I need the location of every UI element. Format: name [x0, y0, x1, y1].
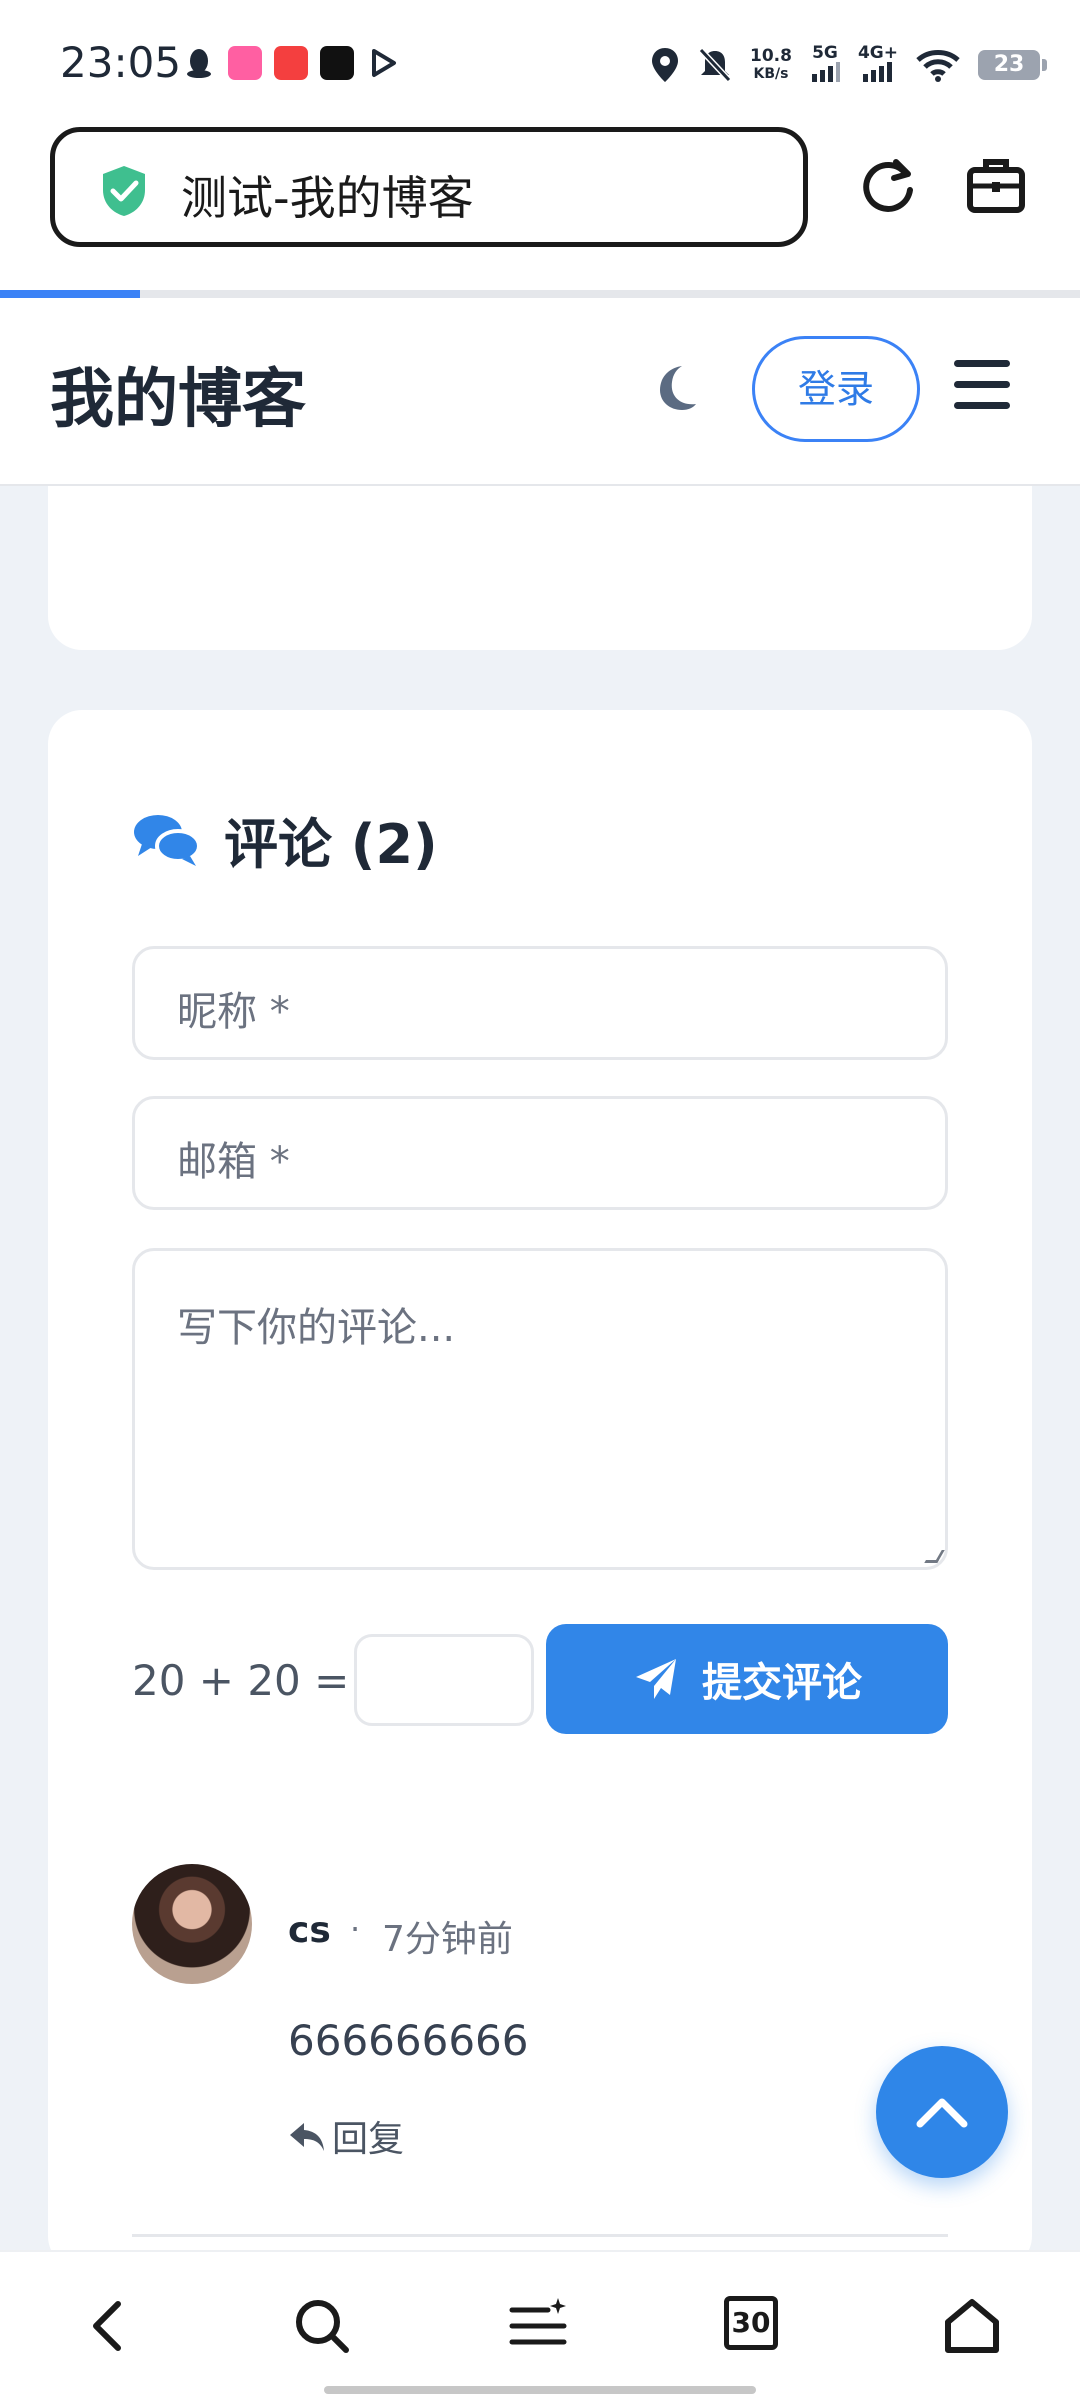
status-time: 23:05 — [60, 38, 182, 87]
shield-check-icon — [103, 166, 145, 216]
site-header: 我的博客 登录 — [0, 298, 1080, 486]
page-title: 测试-我的博客 — [181, 171, 474, 225]
tabs-button[interactable]: 30 — [724, 2296, 784, 2356]
submit-comment-button[interactable]: 提交评论 — [546, 1624, 948, 1734]
nickname-field[interactable]: 昵称 * — [132, 946, 948, 1060]
submit-comment-label: 提交评论 — [702, 1660, 862, 1706]
comment-content: 666666666 — [288, 2016, 529, 2065]
signal-bars-icon — [862, 62, 892, 82]
comments-icon — [134, 814, 201, 866]
wifi-icon — [916, 50, 960, 82]
lofter-app-icon — [228, 46, 262, 80]
site-logo[interactable]: 我的博客 — [50, 348, 306, 440]
meta-separator: · — [350, 1910, 361, 1948]
article-card-bottom — [48, 486, 1032, 650]
notification-icons — [182, 46, 400, 80]
comments-title: 评论 (2) — [224, 813, 438, 876]
captcha-question: 20 + 20 = ? — [132, 1656, 385, 1705]
reply-button[interactable]: 回复 — [288, 2110, 404, 2162]
search-icon[interactable] — [292, 2296, 352, 2356]
login-button[interactable]: 登录 — [752, 336, 920, 442]
comment-divider — [132, 2234, 948, 2237]
back-arrow-icon[interactable] — [78, 2296, 138, 2356]
dewu-app-icon — [320, 46, 354, 80]
signal-4g-label: 4G+ — [857, 43, 898, 63]
status-right: 10.8 KB/s 5G 4G+ 23 — [650, 44, 1047, 86]
avatar[interactable] — [132, 1864, 252, 1984]
gesture-bar[interactable] — [324, 2386, 756, 2394]
menu-line — [954, 381, 1010, 388]
browser-bottom-nav: 30 — [0, 2250, 1080, 2400]
toolbox-icon[interactable] — [964, 154, 1028, 218]
battery-indicator: 23 — [978, 50, 1047, 80]
nickname-placeholder: 昵称 * — [177, 989, 290, 1035]
tab-count: 30 — [724, 2296, 778, 2350]
captcha-input[interactable] — [354, 1634, 534, 1726]
net-speed-value: 10.8 — [750, 46, 792, 66]
qq-icon — [187, 49, 211, 78]
page-load-progress-fill — [0, 290, 141, 298]
comments-heading: 评论 (2) — [132, 800, 438, 879]
email-placeholder: 邮箱 * — [177, 1139, 290, 1185]
video-app-icon — [274, 46, 308, 80]
browser-toolbar: 测试-我的博客 — [0, 120, 1080, 292]
signal-5g-label: 5G — [812, 43, 838, 63]
status-bar: 23:05 10.8 KB/s 5G 4G+ 23 — [0, 0, 1080, 120]
comment-textarea[interactable]: 写下你的评论... — [132, 1248, 948, 1570]
paper-plane-icon — [636, 1659, 676, 1699]
textarea-resize-handle[interactable] — [924, 1550, 945, 1563]
menu-line — [954, 360, 1010, 367]
reply-label: 回复 — [332, 2119, 405, 2160]
hamburger-menu-icon[interactable] — [954, 360, 1010, 410]
signal-5g: 5G — [810, 44, 840, 86]
dark-mode-moon-icon[interactable] — [650, 362, 700, 414]
page-load-progress — [0, 290, 1080, 298]
location-icon — [652, 48, 679, 82]
net-speed-unit: KB/s — [753, 66, 789, 82]
signal-bars-icon — [811, 62, 840, 82]
menu-line — [954, 402, 1010, 409]
back-to-top-button[interactable] — [876, 2046, 1008, 2178]
reply-icon — [290, 2123, 324, 2151]
address-bar[interactable]: 测试-我的博客 — [50, 127, 808, 247]
email-field[interactable]: 邮箱 * — [132, 1096, 948, 1210]
reload-icon[interactable] — [856, 154, 920, 218]
menu-sparkle-icon[interactable] — [508, 2296, 568, 2356]
comments-section: 评论 (2) 昵称 * 邮箱 * 写下你的评论... 20 + 20 = ? 提… — [48, 710, 1032, 2270]
signal-4g: 4G+ — [858, 44, 898, 86]
bell-muted-icon — [698, 47, 732, 83]
net-speed: 10.8 KB/s — [750, 47, 792, 83]
comment-time: 7分钟前 — [382, 1919, 513, 1960]
play-icon — [372, 49, 396, 77]
chevron-up-icon — [916, 2098, 968, 2128]
home-icon[interactable] — [942, 2296, 1002, 2356]
comment-placeholder: 写下你的评论... — [177, 1305, 456, 1351]
comment-author[interactable]: cs — [288, 1910, 331, 1951]
